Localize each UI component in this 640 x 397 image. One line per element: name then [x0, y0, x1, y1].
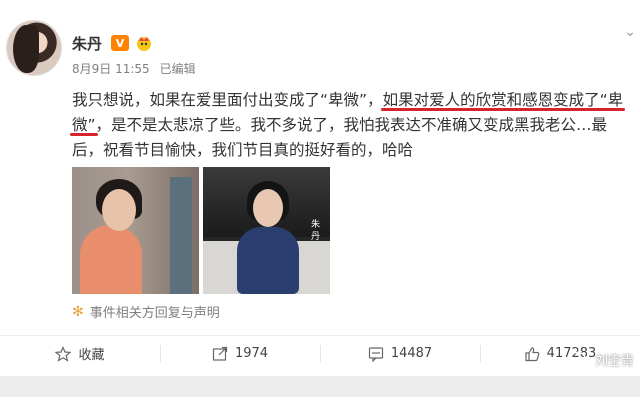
flower-icon: ✻ [72, 303, 84, 320]
avatar[interactable] [6, 20, 62, 76]
related-statement-link[interactable]: ✻ 事件相关方回复与声明 [72, 302, 220, 322]
post-meta: 8月9日 11:55 已编辑 [72, 60, 196, 77]
text-segment: ，是不是太悲凉了些。我不多说了，我怕我表达不准确又变成黑我老公…最 [95, 116, 608, 134]
repost-button[interactable]: 1974 [160, 336, 320, 371]
bottom-strip [0, 376, 640, 397]
post-line: 我只想说，如果在爱里面付出变成了“卑微”，如果对爱人的欣赏和感恩变成了“卑 [72, 88, 634, 113]
underlined-text: 微” [72, 116, 96, 134]
repost-count: 1974 [234, 346, 269, 361]
weibo-post: 朱丹 V 8月9日 11:55 已编辑 ⌄ 我只想说，如果在爱里面付出变成了“卑… [0, 0, 640, 397]
post-timestamp[interactable]: 8月9日 11:55 [72, 60, 150, 77]
verified-icon: V [111, 35, 130, 51]
repost-icon [212, 346, 228, 362]
post-text: 我只想说，如果在爱里面付出变成了“卑微”，如果对爱人的欣赏和感恩变成了“卑 微”… [72, 88, 634, 163]
post-line: 微”，是不是太悲凉了些。我不多说了，我怕我表达不准确又变成黑我老公…最 [72, 113, 634, 138]
author-name[interactable]: 朱丹 [72, 33, 102, 54]
watermark: 刘空青 [569, 350, 634, 369]
text-segment: 后，祝看节目愉快，我们节目真的挺好看的，哈哈 [72, 141, 414, 159]
image-detail [80, 225, 142, 294]
watermark-text: 刘空青 [594, 354, 634, 369]
comment-button[interactable]: 14487 [320, 336, 480, 371]
underlined-text: 如果对爱人的欣赏和感恩变成了“卑 [382, 91, 624, 109]
edited-label[interactable]: 已编辑 [160, 60, 196, 77]
member-crown-icon [135, 34, 153, 52]
image-detail [102, 189, 136, 231]
image-detail [170, 177, 192, 294]
star-icon [55, 345, 72, 362]
post-image[interactable]: 朱丹 [203, 167, 330, 294]
author-row: 朱丹 V [72, 33, 153, 53]
image-detail [237, 227, 299, 294]
text-segment: 我只想说，如果在爱里面付出变成了“卑微”， [72, 91, 383, 109]
chevron-down-icon[interactable]: ⌄ [624, 24, 636, 40]
related-link-label: 事件相关方回复与声明 [89, 306, 220, 321]
action-bar: 收藏 1974 14487 417283 [0, 335, 640, 371]
post-line: 后，祝看节目愉快，我们节目真的挺好看的，哈哈 [72, 138, 634, 163]
wechat-icon [569, 351, 591, 369]
favorite-label: 收藏 [78, 348, 105, 363]
image-caption: 朱丹 [311, 220, 321, 242]
comment-count: 14487 [390, 346, 433, 361]
favorite-button[interactable]: 收藏 [0, 336, 160, 371]
comment-icon [368, 346, 384, 362]
thumbs-up-icon [524, 346, 540, 362]
image-detail [253, 189, 283, 227]
post-image[interactable] [72, 167, 199, 294]
